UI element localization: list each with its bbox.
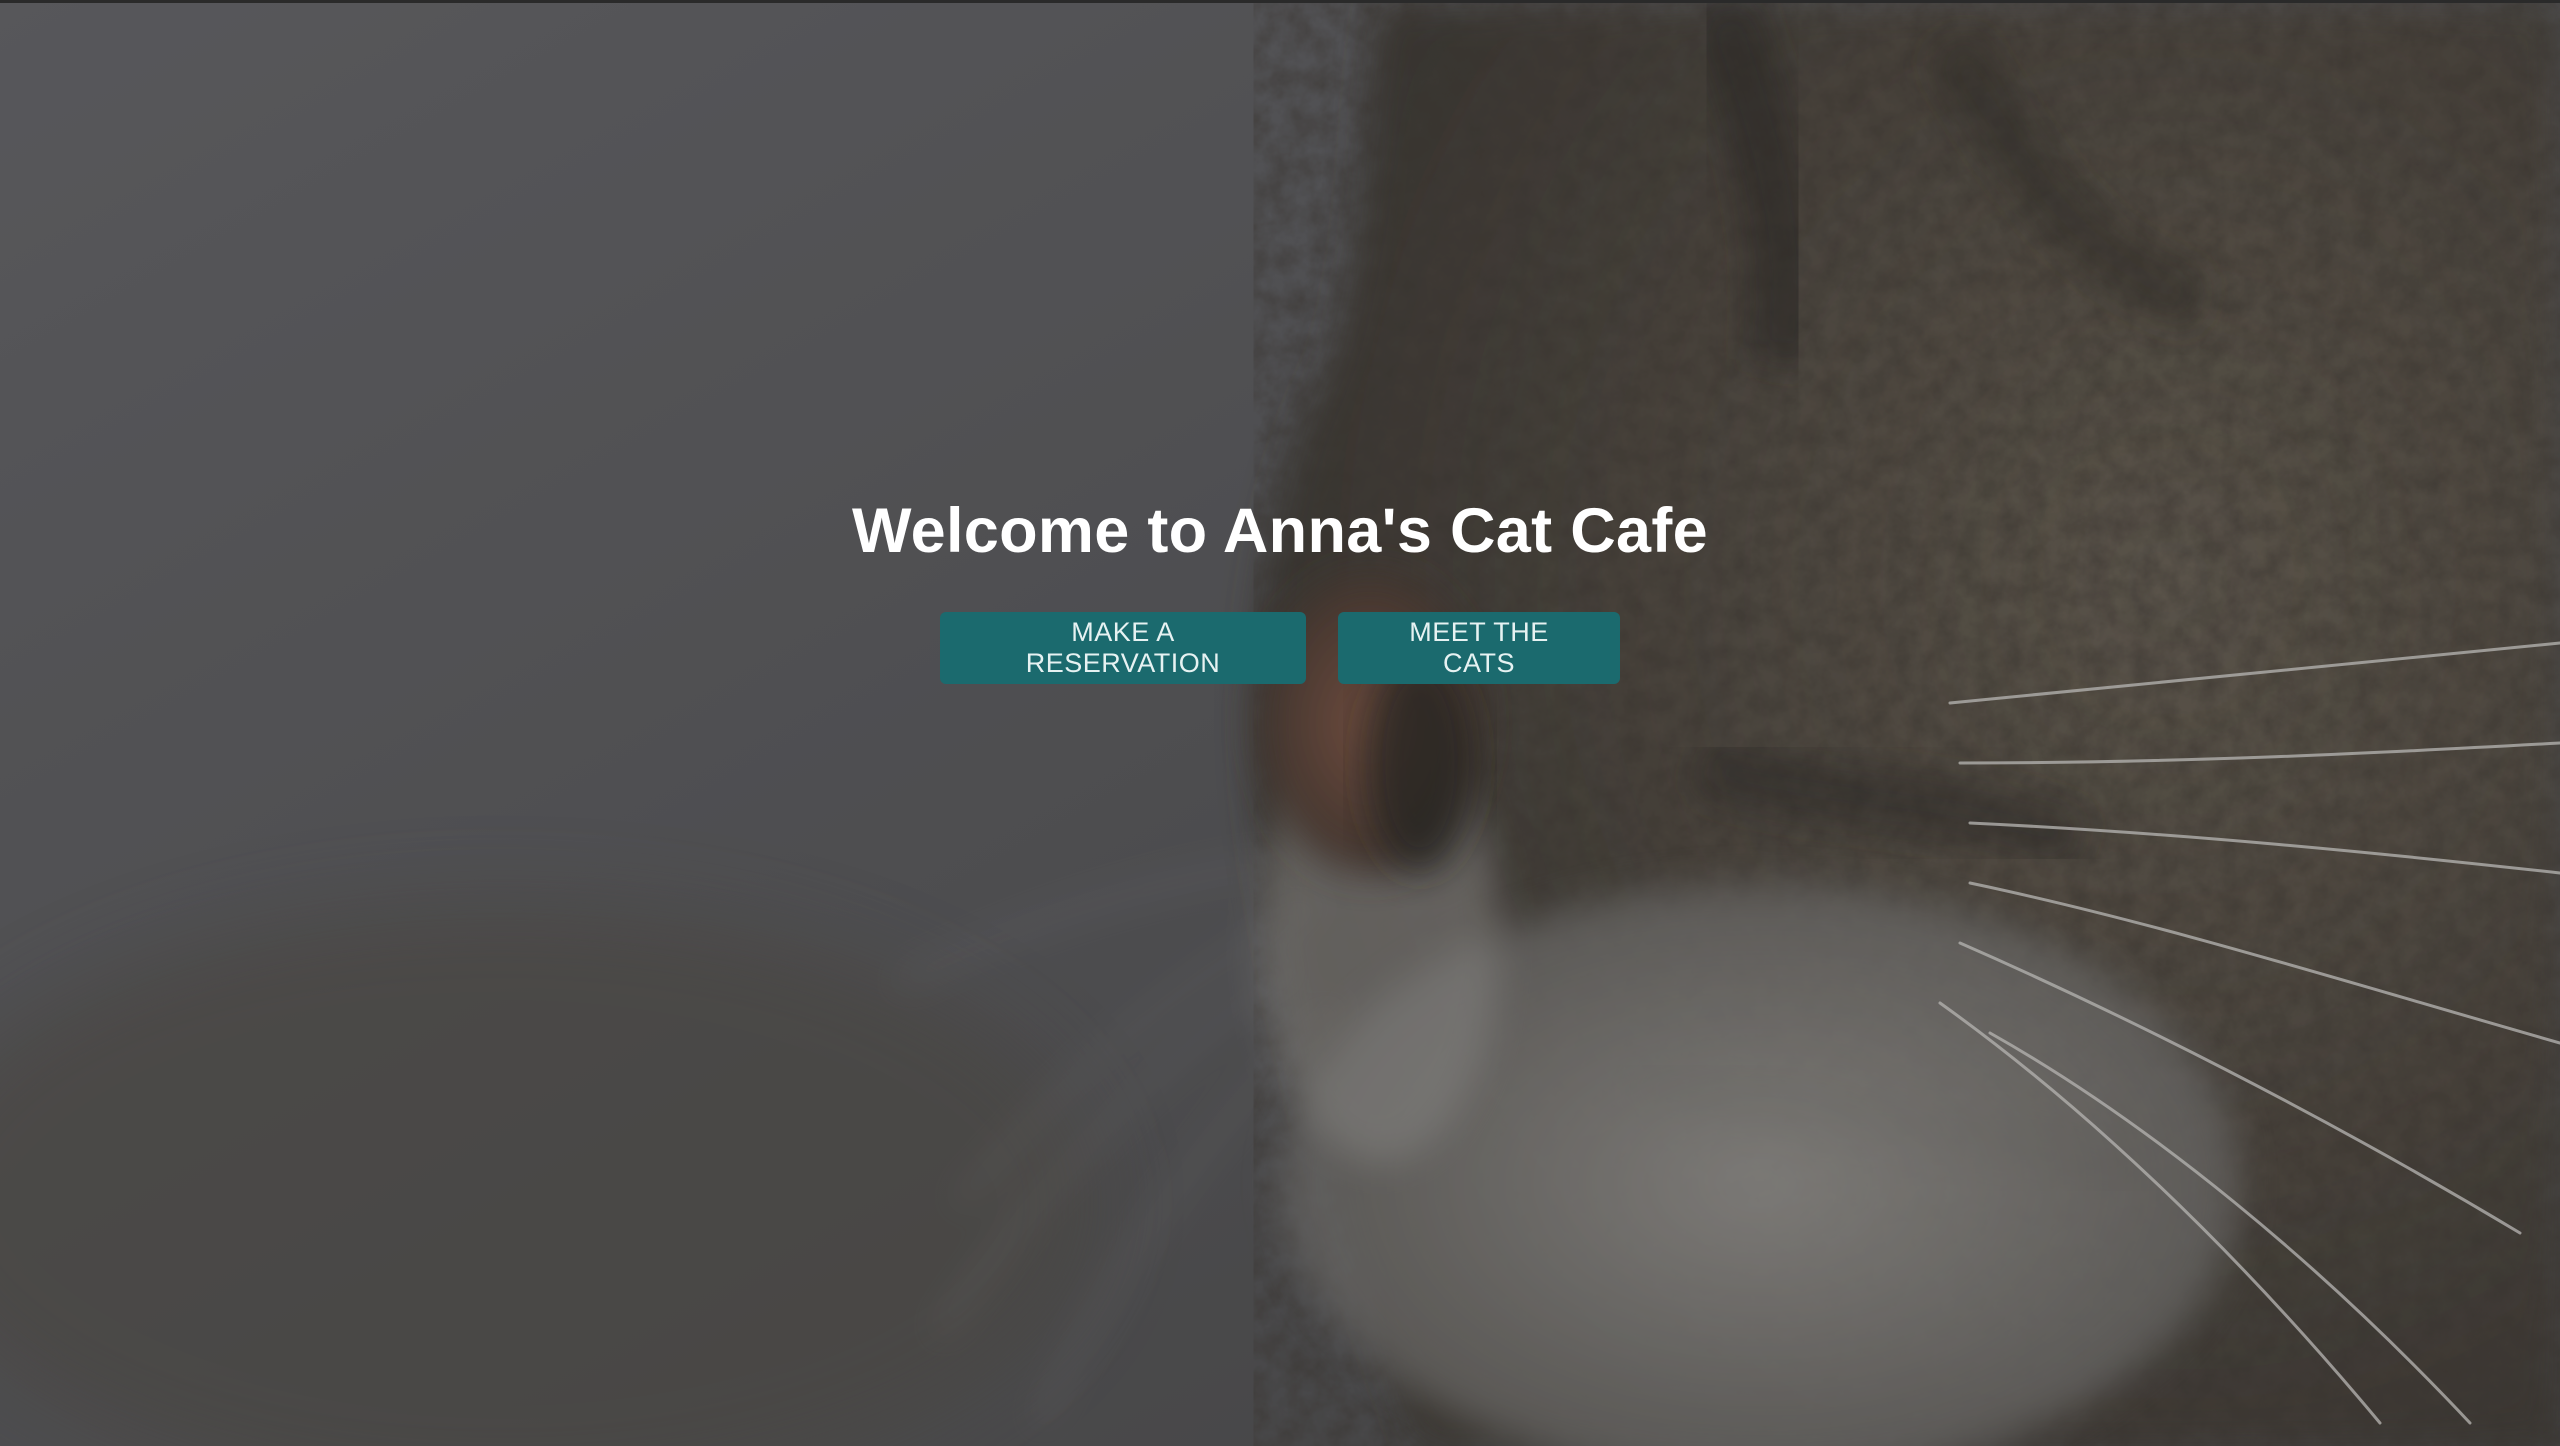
hero-section: Welcome to Anna's Cat Cafe MAKE A RESERV… bbox=[0, 0, 2560, 1446]
hero-content: Welcome to Anna's Cat Cafe MAKE A RESERV… bbox=[0, 483, 2560, 684]
make-reservation-button[interactable]: MAKE A RESERVATION bbox=[940, 612, 1306, 684]
background-overlay bbox=[0, 3, 2560, 1446]
meet-the-cats-button[interactable]: MEET THE CATS bbox=[1338, 612, 1620, 684]
page-title: Welcome to Anna's Cat Cafe bbox=[852, 496, 1708, 566]
hero-actions: MAKE A RESERVATION MEET THE CATS bbox=[0, 612, 2560, 684]
